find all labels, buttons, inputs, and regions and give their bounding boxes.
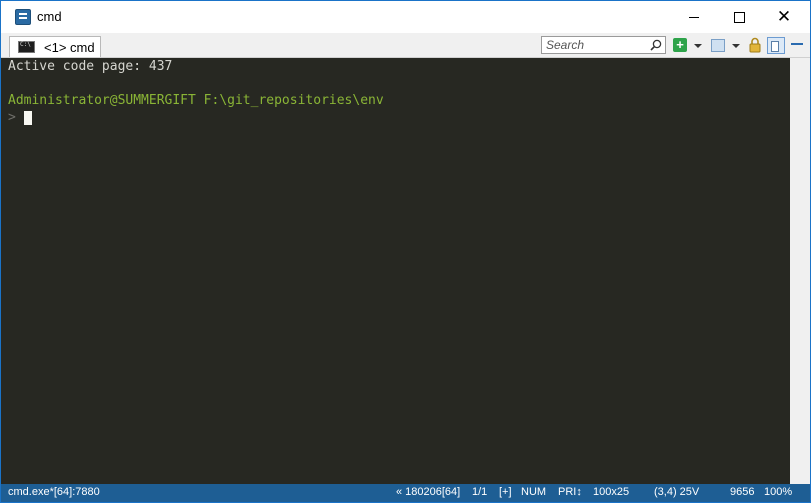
maximize-button[interactable]: [716, 1, 762, 33]
vertical-scrollbar[interactable]: [790, 58, 810, 484]
window-title: cmd: [37, 9, 62, 24]
status-process[interactable]: cmd.exe*[64]:7880: [8, 486, 100, 498]
menu-icon[interactable]: [791, 39, 803, 51]
new-console-dropdown-icon[interactable]: [694, 44, 702, 48]
console-line: Active code page: 437: [8, 59, 173, 74]
status-zoom[interactable]: 100%: [764, 486, 792, 498]
status-bar: cmd.exe*[64]:7880 « 180206[64] 1/1 [+] N…: [1, 484, 810, 502]
close-icon: ✕: [776, 6, 792, 27]
search-box: [541, 36, 666, 54]
tab-label: <1> cmd: [44, 39, 95, 55]
tab-cmd[interactable]: <1> cmd: [9, 36, 101, 57]
status-console-size[interactable]: 100x25: [593, 486, 629, 498]
prompt-symbol: >: [8, 110, 16, 125]
minimize-button[interactable]: [671, 1, 717, 33]
minimize-icon: [689, 16, 699, 18]
status-num-lock[interactable]: NUM: [521, 486, 546, 498]
status-cursor-position[interactable]: (3,4) 25V: [654, 486, 699, 498]
maximize-icon: [733, 11, 745, 23]
search-icon[interactable]: [650, 39, 662, 51]
conemu-app-icon[interactable]: [15, 9, 31, 25]
status-console-index[interactable]: 1/1: [472, 486, 487, 498]
status-build[interactable]: « 180206[64]: [396, 486, 460, 498]
status-pid[interactable]: 9656: [730, 486, 754, 498]
prompt-path-line: Administrator@SUMMERGIFT F:\git_reposito…: [8, 93, 384, 108]
conemu-window: cmd ✕ <1> cmd +: [0, 0, 811, 503]
toolbar: <1> cmd +: [1, 33, 810, 58]
text-cursor: [24, 111, 32, 125]
status-insert-mode[interactable]: [+]: [499, 486, 512, 498]
view-icon[interactable]: [711, 39, 725, 52]
close-button[interactable]: ✕: [761, 1, 807, 33]
title-bar[interactable]: cmd ✕: [1, 1, 810, 33]
split-panel-icon[interactable]: [767, 37, 785, 54]
console-output[interactable]: Active code page: 437 Administrator@SUMM…: [1, 58, 790, 484]
lock-icon[interactable]: [748, 37, 762, 53]
search-input[interactable]: [544, 38, 650, 52]
new-console-icon[interactable]: +: [673, 38, 687, 52]
view-dropdown-icon[interactable]: [732, 44, 740, 48]
status-priority[interactable]: PRI↕: [558, 486, 582, 498]
console-tab-icon: [18, 41, 35, 53]
